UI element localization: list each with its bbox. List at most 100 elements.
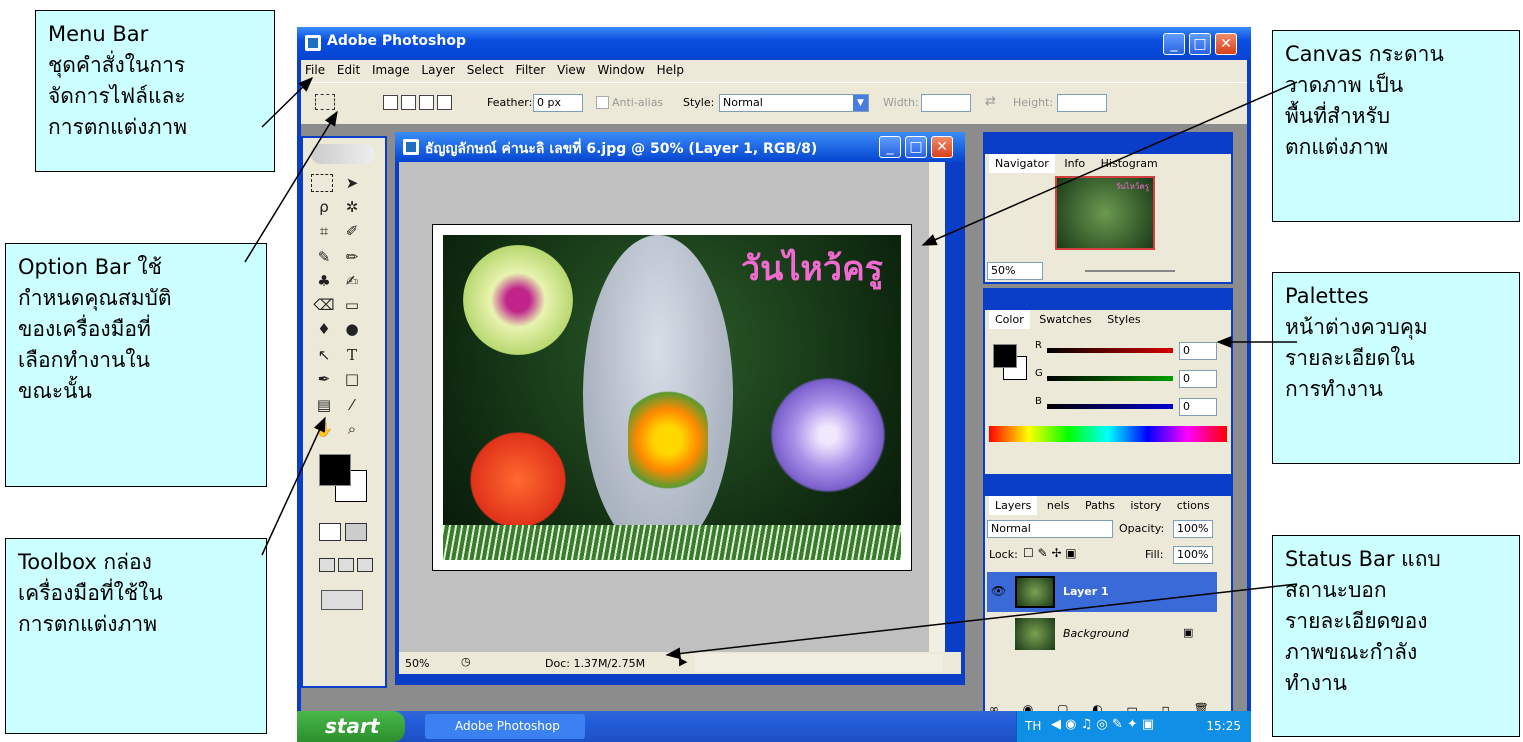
magic-wand-tool-icon[interactable]: ✲ [339, 196, 365, 218]
status-info-icon[interactable]: ◷ [461, 655, 471, 668]
menu-edit[interactable]: Edit [333, 60, 364, 77]
canvas-image[interactable]: วันไหว้ครู [432, 224, 912, 571]
height-input[interactable] [1057, 94, 1107, 112]
crop-tool-icon[interactable]: ⌗ [311, 220, 337, 242]
doc-horizontal-scrollbar[interactable] [695, 654, 943, 672]
tab-styles[interactable]: Styles [1101, 310, 1146, 329]
doc-maximize-button[interactable]: □ [905, 136, 927, 158]
visibility-eye-icon[interactable]: 👁 [991, 584, 1006, 598]
navigator-palette-header[interactable] [985, 134, 1231, 154]
screen-mode-icons[interactable] [319, 558, 379, 572]
antialias-checkbox[interactable] [596, 96, 609, 109]
quick-mask-icons[interactable] [319, 523, 369, 541]
style-dropdown-icon[interactable]: ▼ [853, 95, 868, 111]
maximize-button[interactable]: □ [1189, 33, 1211, 55]
blend-mode-select[interactable]: Normal [987, 520, 1113, 538]
dodge-tool-icon[interactable]: ● [339, 318, 365, 340]
menu-view[interactable]: View [553, 60, 589, 77]
menu-select[interactable]: Select [463, 60, 508, 77]
stamp-tool-icon[interactable]: ♣ [311, 270, 337, 292]
taskbar-photoshop-button[interactable]: Adobe Photoshop [425, 714, 585, 739]
navigator-thumbnail[interactable]: วันไหว้ครู [1055, 176, 1155, 250]
window-title: Adobe Photoshop [327, 33, 466, 49]
tab-navigator[interactable]: Navigator [989, 154, 1055, 173]
menu-layer[interactable]: Layer [417, 60, 458, 77]
feather-input[interactable]: 0 px [533, 94, 583, 112]
blur-tool-icon[interactable]: ♦ [311, 318, 337, 340]
marquee-preset-icon[interactable] [315, 94, 335, 110]
tab-histogram[interactable]: Histogram [1095, 154, 1164, 173]
channel-r-input[interactable]: 0 [1179, 342, 1217, 360]
menu-file[interactable]: File [301, 60, 329, 77]
canvas-area[interactable]: วันไหว้ครู [399, 162, 945, 652]
channel-b-input[interactable]: 0 [1179, 398, 1217, 416]
lasso-tool-icon[interactable]: ρ [311, 196, 337, 218]
start-button[interactable]: start [297, 711, 405, 742]
color-palette-header[interactable] [985, 290, 1231, 310]
selection-mode-icons[interactable] [383, 95, 453, 110]
pen-tool-icon[interactable]: ✒ [311, 368, 337, 390]
lock-icons[interactable]: ☐ ✎ ✢ ▣ [1023, 546, 1077, 560]
doc-vertical-scrollbar[interactable] [929, 162, 945, 652]
tab-color[interactable]: Color [989, 310, 1030, 329]
layer-row-1[interactable]: 👁 Layer 1 [987, 572, 1217, 612]
shape-tool-icon[interactable]: □ [339, 368, 365, 390]
layer-row-background[interactable]: Background ▣ [987, 614, 1217, 654]
layers-palette-header[interactable] [985, 476, 1231, 496]
eyedropper-tool-icon[interactable]: ⁄ [339, 394, 365, 416]
menu-image[interactable]: Image [368, 60, 414, 77]
eraser-tool-icon[interactable]: ⌫ [311, 294, 337, 316]
jump-to-imageready-icon[interactable] [321, 590, 363, 610]
width-input[interactable] [921, 94, 971, 112]
slice-tool-icon[interactable]: ✐ [339, 220, 365, 242]
tab-paths[interactable]: Paths [1079, 496, 1121, 515]
tab-swatches[interactable]: Swatches [1033, 310, 1098, 329]
navigator-thumb-text: วันไหว้ครู [1115, 182, 1149, 191]
menu-window[interactable]: Window [593, 60, 648, 77]
notes-tool-icon[interactable]: ▤ [311, 394, 337, 416]
swap-icon[interactable]: ⇄ [985, 94, 996, 109]
doc-minimize-button[interactable]: _ [879, 136, 901, 158]
document-title-bar[interactable]: ธัญญลักษณ์ ค่านะลิ เลขที่ 6.jpg @ 50% (L… [395, 132, 965, 162]
style-select[interactable]: Normal [719, 94, 869, 112]
gradient-tool-icon[interactable]: ▭ [339, 294, 365, 316]
brush-tool-icon[interactable]: ✏ [339, 246, 365, 268]
tab-layers[interactable]: Layers [989, 496, 1038, 515]
channel-r-slider[interactable] [1047, 348, 1173, 353]
channel-g-input[interactable]: 0 [1179, 370, 1217, 388]
tab-info[interactable]: Info [1058, 154, 1091, 173]
path-select-tool-icon[interactable]: ↖ [311, 344, 337, 366]
menu-help[interactable]: Help [653, 60, 688, 77]
move-tool-icon[interactable]: ➤ [339, 172, 365, 194]
title-bar[interactable]: Adobe Photoshop _ □ ✕ [297, 27, 1251, 60]
menu-filter[interactable]: Filter [512, 60, 550, 77]
tab-actions[interactable]: ctions [1171, 496, 1216, 515]
channel-b-slider[interactable] [1047, 404, 1173, 409]
navigator-zoom-slider[interactable] [1085, 270, 1175, 272]
color-spectrum-bar[interactable] [989, 426, 1227, 442]
close-button[interactable]: ✕ [1215, 33, 1237, 55]
type-tool-icon[interactable]: T [339, 344, 365, 366]
hand-tool-icon[interactable]: ✋ [311, 418, 337, 440]
marquee-tool-icon[interactable] [311, 174, 333, 192]
fill-input[interactable]: 100% [1173, 546, 1213, 564]
doc-close-button[interactable]: ✕ [931, 136, 953, 158]
healing-brush-tool-icon[interactable]: ✎ [311, 246, 337, 268]
history-brush-tool-icon[interactable]: ✍ [339, 270, 365, 292]
tab-channels[interactable]: nels [1041, 496, 1076, 515]
navigator-zoom-input[interactable]: 50% [987, 262, 1043, 280]
channel-g-slider[interactable] [1047, 376, 1173, 381]
status-zoom[interactable]: 50% [405, 657, 429, 670]
opacity-input[interactable]: 100% [1173, 520, 1213, 538]
feather-label: Feather: [487, 96, 533, 109]
tray-icons[interactable]: ◀ ◉ ♫ ◎ ✎ ✦ ▣ [1051, 717, 1154, 732]
status-menu-arrow-icon[interactable]: ▶ [679, 655, 687, 668]
color-foreground-swatch[interactable] [993, 344, 1017, 368]
callout-canvas: Canvas กระดาน วาดภาพ เป็น พื้นที่สำหรับ … [1272, 30, 1520, 222]
foreground-color-swatch[interactable] [319, 454, 351, 486]
tab-history[interactable]: istory [1124, 496, 1167, 515]
language-indicator[interactable]: TH [1025, 719, 1041, 733]
minimize-button[interactable]: _ [1163, 33, 1185, 55]
zoom-tool-icon[interactable]: ⌕ [339, 418, 365, 440]
photo-title-text: วันไหว้ครู [741, 249, 883, 289]
